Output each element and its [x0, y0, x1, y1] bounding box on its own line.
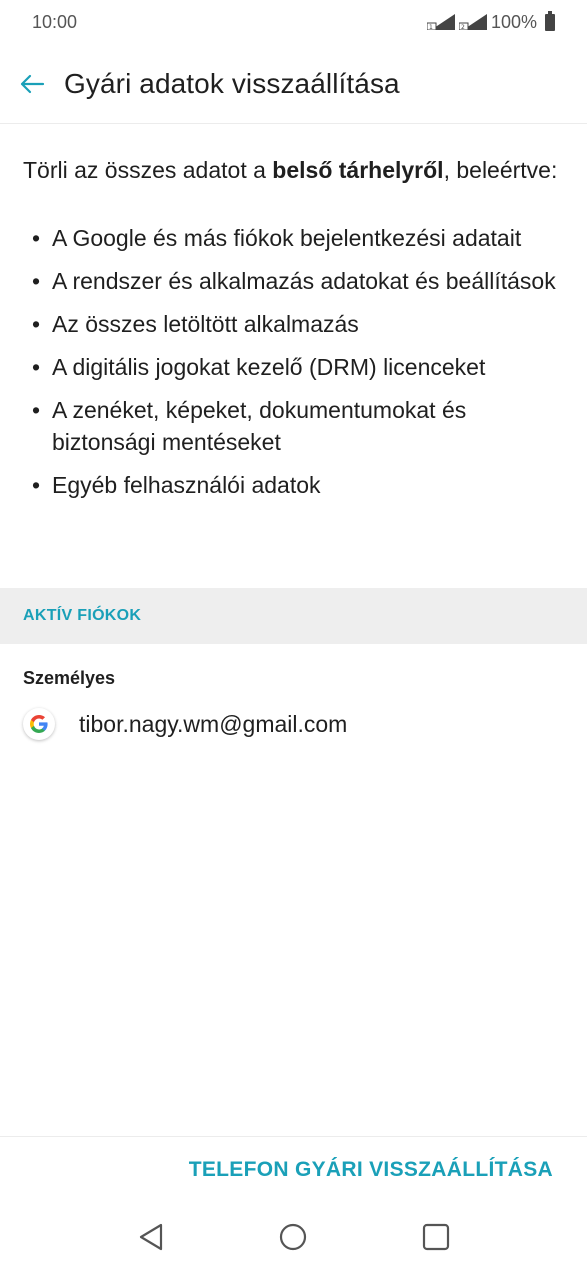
intro-prefix: Törli az összes adatot a	[23, 157, 273, 183]
account-group-label: Személyes	[23, 668, 116, 688]
recents-nav-icon	[422, 1223, 449, 1251]
nav-home-button[interactable]	[263, 1212, 323, 1262]
navigation-bar	[0, 1202, 587, 1272]
back-arrow-icon	[20, 74, 45, 93]
battery-percent: 100%	[490, 11, 537, 32]
account-email: tibor.nagy.wm@gmail.com	[79, 710, 348, 737]
action-area: TELEFON GYÁRI VISSZAÁLLÍTÁSA	[0, 1136, 587, 1202]
intro-text: Törli az összes adatot a belső tárhelyrő…	[23, 154, 563, 186]
status-bar: 10:00 1 2 100%	[0, 0, 587, 44]
signal-sim1-icon: 1	[426, 14, 455, 31]
app-bar: Gyári adatok visszaállítása	[0, 44, 587, 124]
svg-text:2: 2	[461, 24, 465, 30]
intro-suffix: , beleértve:	[443, 157, 558, 183]
svg-text:1: 1	[429, 24, 433, 30]
signal-sim2-icon: 2	[458, 14, 487, 31]
list-item: Az összes letöltött alkalmazás	[32, 308, 562, 340]
back-button[interactable]	[0, 44, 64, 124]
intro-bold: belső tárhelyről	[272, 157, 444, 183]
back-nav-icon	[140, 1223, 163, 1251]
page-title: Gyári adatok visszaállítása	[64, 67, 400, 99]
accounts-section-header: AKTÍV FIÓKOK	[0, 588, 587, 644]
data-list: A Google és más fiókok bejelentkezési ad…	[32, 222, 562, 512]
list-item: A zenéket, képeket, dokumentumokat és bi…	[32, 394, 562, 458]
list-item: A Google és más fiókok bejelentkezési ad…	[32, 222, 562, 254]
list-item: A rendszer és alkalmazás adatokat és beá…	[32, 265, 562, 297]
battery-icon	[545, 10, 555, 31]
google-icon	[23, 708, 55, 740]
nav-back-button[interactable]	[121, 1212, 181, 1262]
status-time: 10:00	[32, 11, 78, 32]
home-nav-icon	[280, 1223, 307, 1251]
nav-recents-button[interactable]	[406, 1212, 466, 1262]
list-item: Egyéb felhasználói adatok	[32, 469, 562, 501]
list-item: A digitális jogokat kezelő (DRM) licence…	[32, 351, 562, 383]
status-icons: 1 2 100%	[426, 10, 555, 33]
factory-reset-button[interactable]: TELEFON GYÁRI VISSZAÁLLÍTÁSA	[189, 1158, 553, 1182]
account-row: tibor.nagy.wm@gmail.com	[23, 702, 347, 746]
